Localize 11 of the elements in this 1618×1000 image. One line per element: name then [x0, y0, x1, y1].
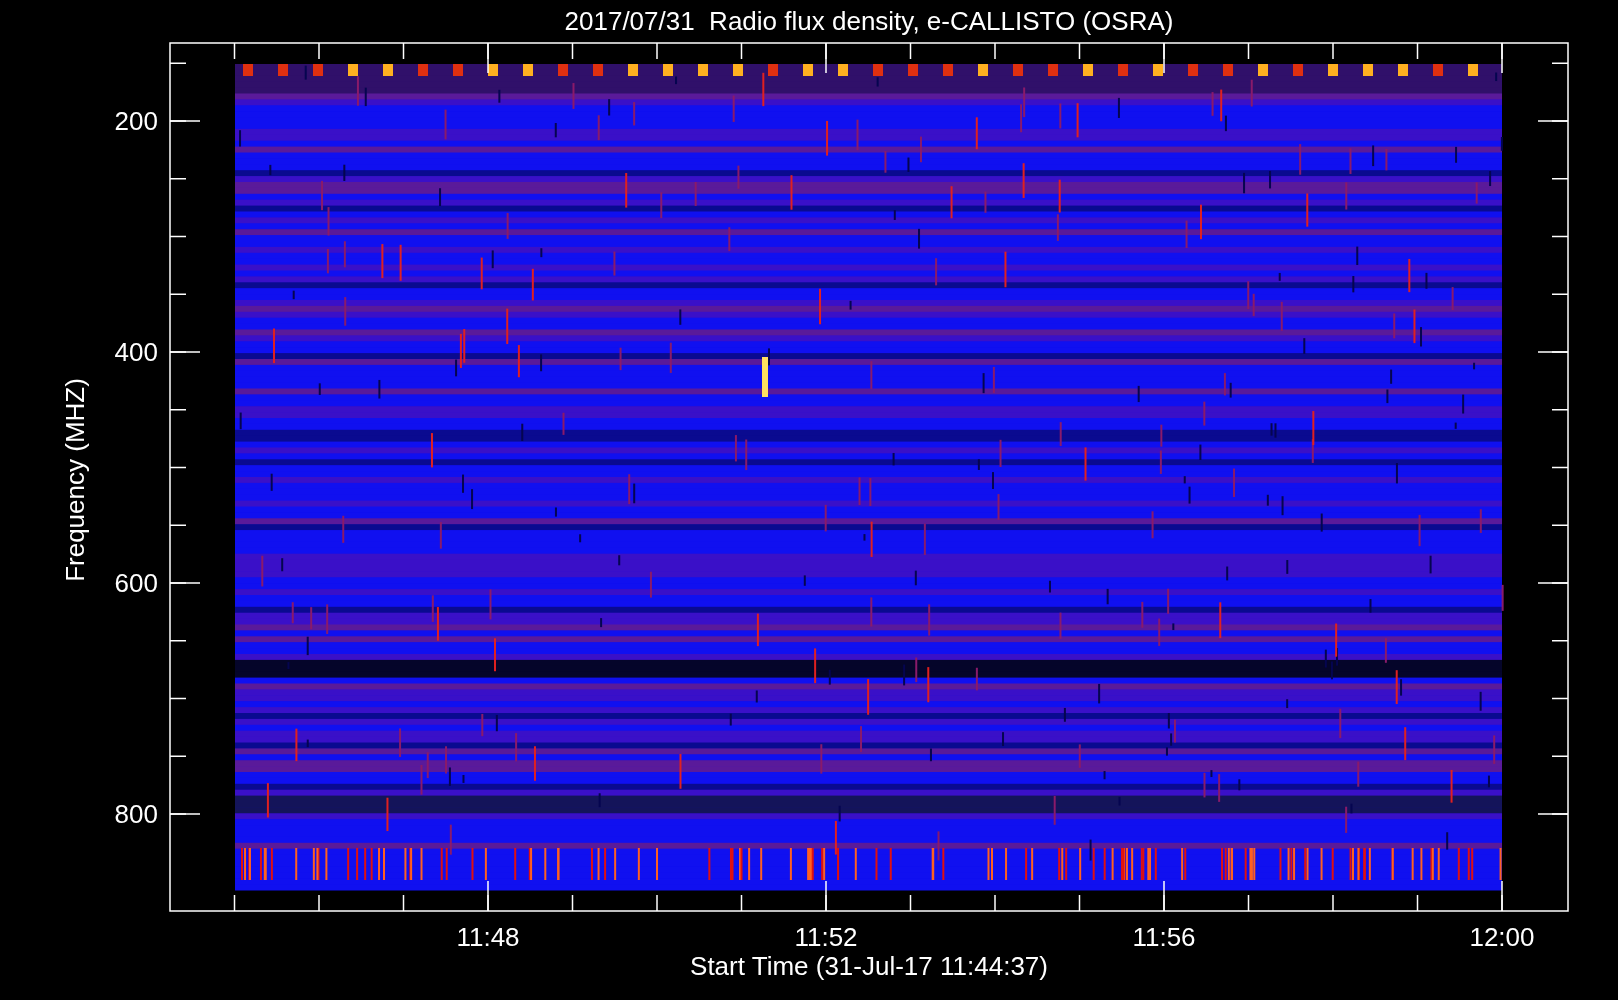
- x-tick-label: 11:52: [794, 922, 858, 952]
- y-axis-label: Frequency (MHZ): [60, 378, 90, 582]
- y-tick-label: 800: [114, 799, 158, 829]
- x-tick-label: 11:56: [1132, 922, 1196, 952]
- y-tick-label: 200: [114, 106, 158, 136]
- y-tick-label: 600: [114, 568, 158, 598]
- x-tick-label: 12:00: [1469, 922, 1535, 952]
- y-tick-label: 400: [114, 337, 158, 367]
- x-tick-label: 11:48: [456, 922, 520, 952]
- x-axis-label: Start Time (31-Jul-17 11:44:37): [690, 951, 1048, 981]
- chart-title: 2017/07/31 Radio flux density, e-CALLISTO (OSRA): [564, 6, 1174, 36]
